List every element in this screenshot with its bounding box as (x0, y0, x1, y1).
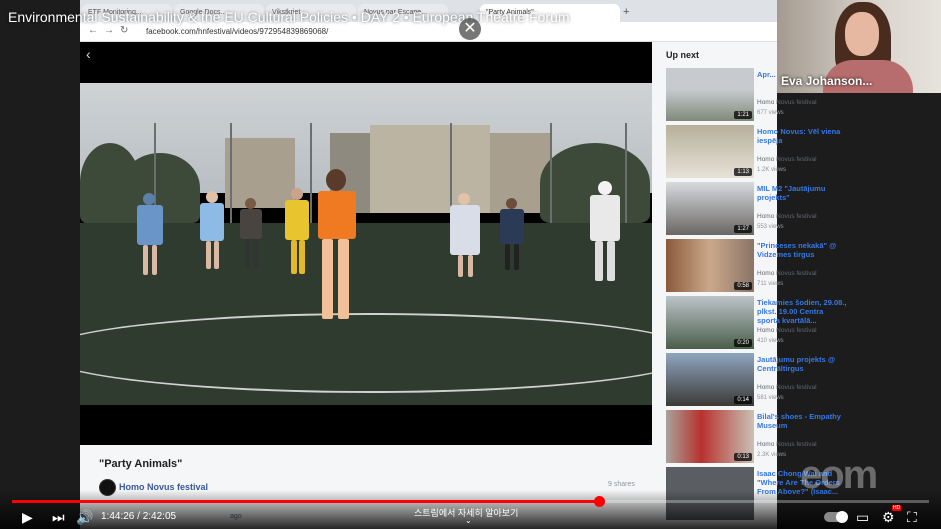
duration-badge: 0:14 (734, 396, 752, 404)
fullscreen-icon[interactable]: ⛶ (907, 509, 917, 526)
chevron-down-icon[interactable]: ⌄ (465, 516, 472, 525)
video-thumbnail[interactable]: 0:58 (666, 239, 754, 292)
progress-fill (12, 500, 599, 503)
hd-badge: HD (892, 505, 902, 511)
back-arrow-icon[interactable]: ‹ (86, 46, 91, 62)
video-thumbnail[interactable]: 1:13 (666, 125, 754, 178)
up-next-item-title[interactable]: Tiekamies šodien, 29.08., plkst. 19.00 C… (757, 298, 847, 325)
subtitles-icon[interactable]: ▭ (856, 509, 869, 526)
url-field[interactable]: facebook.com/hnfestival/videos/972954839… (146, 27, 328, 36)
up-next-item-title[interactable]: MIL M2 "Jautājumu projekts" (757, 184, 847, 202)
play-icon[interactable]: ▶ (22, 509, 33, 526)
up-next-item-channel: Homo Novus festival (757, 99, 817, 106)
video-thumbnail[interactable]: 0:20 (666, 296, 754, 349)
up-next-item-title[interactable]: "Princeses nekakā" @ Vidzemes tirgus (757, 241, 847, 259)
up-next-item-channel: Homo Novus festival (757, 384, 817, 391)
scrubber-handle[interactable] (593, 496, 605, 507)
back-nav-icon[interactable]: ← (88, 25, 98, 36)
up-next-item-views: 1.2K views (757, 167, 787, 173)
settings-icon[interactable]: ⚙ (882, 509, 895, 526)
up-next-item-channel: Homo Novus festival (757, 213, 817, 220)
up-next-item-views: 711 views (757, 281, 784, 287)
shared-browser-window: ETF Monitoring... Google Docs... Vikstkr… (80, 0, 847, 529)
up-next-item[interactable]: 1:27 MIL M2 "Jautājumu projekts" Homo No… (666, 182, 851, 236)
player-controls: ▶ ⏭ 🔊 1:44:26 / 2:42:05 스트림에서 자세히 알아보기 ⌄… (0, 490, 941, 529)
progress-bar[interactable] (12, 496, 929, 507)
forward-nav-icon[interactable]: → (104, 25, 114, 36)
new-tab-icon[interactable]: + (623, 6, 629, 18)
video-frame-image (80, 83, 652, 405)
duration-badge: 1:27 (734, 225, 752, 233)
up-next-item-title[interactable]: Bilal's shoes - Empathy Museum (757, 412, 847, 430)
youtube-video-title[interactable]: Environmental Sustainability & the EU Cu… (8, 9, 570, 25)
close-icon[interactable]: ✕ (459, 18, 481, 40)
up-next-item-views: 410 views (757, 338, 784, 344)
video-title: "Party Animals" (99, 458, 183, 470)
address-bar: ← → ↻ facebook.com/hnfestival/videos/972… (80, 22, 777, 42)
up-next-item-title[interactable]: Jautājumu projekts @ Centrāltirgus (757, 355, 847, 373)
up-next-item-views: 677 views (757, 110, 784, 116)
video-thumbnail[interactable]: 0:13 (666, 410, 754, 463)
up-next-item-channel: Homo Novus festival (757, 270, 817, 277)
video-thumbnail[interactable]: 0:14 (666, 353, 754, 406)
up-next-item-views: 553 views (757, 224, 784, 230)
duration-badge: 1:13 (734, 168, 752, 176)
up-next-item[interactable]: 0:14 Jautājumu projekts @ Centrāltirgus … (666, 353, 851, 407)
up-next-panel: Up next 1:21 Apr... dala... "Svi... Homo… (652, 42, 847, 529)
up-next-item-views: 2.3K views (757, 452, 787, 458)
youtube-player[interactable]: ETF Monitoring... Google Docs... Vikstkr… (0, 0, 941, 529)
duration-badge: 1:21 (734, 111, 752, 119)
shares-count[interactable]: 9 shares (608, 481, 635, 488)
facebook-video-player[interactable]: ‹ (80, 42, 652, 445)
up-next-item[interactable]: 0:20 Tiekamies šodien, 29.08., plkst. 19… (666, 296, 851, 350)
up-next-item-views: 581 views (757, 395, 784, 401)
up-next-item-channel: Homo Novus festival (757, 156, 817, 163)
time-display: 1:44:26 / 2:42:05 (101, 511, 177, 522)
up-next-item[interactable]: 1:13 Homo Novus: Vēl viena iespēja Homo … (666, 125, 851, 179)
facebook-video-page: ‹ "Party Animals" Homo Novus festival 9 … (80, 42, 847, 529)
next-icon[interactable]: ⏭ (52, 509, 65, 526)
webcam-overlay: Eva Johanson... (777, 0, 941, 93)
autoplay-toggle[interactable] (824, 511, 848, 523)
up-next-item-title[interactable]: Homo Novus: Vēl viena iespēja (757, 127, 847, 145)
up-next-item-channel: Homo Novus festival (757, 327, 817, 334)
up-next-title: Up next (666, 50, 700, 60)
duration-badge: 0:20 (734, 339, 752, 347)
up-next-item-channel: Homo Novus festival (757, 441, 817, 448)
duration-badge: 0:58 (734, 282, 752, 290)
video-thumbnail[interactable]: 1:21 (666, 68, 754, 121)
video-thumbnail[interactable]: 1:27 (666, 182, 754, 235)
speaker-name: Eva Johanson... (781, 74, 873, 88)
volume-icon[interactable]: 🔊 (76, 509, 93, 526)
reload-icon[interactable]: ↻ (120, 25, 128, 36)
duration-badge: 0:13 (734, 453, 752, 461)
up-next-item[interactable]: 0:58 "Princeses nekakā" @ Vidzemes tirgu… (666, 239, 851, 293)
